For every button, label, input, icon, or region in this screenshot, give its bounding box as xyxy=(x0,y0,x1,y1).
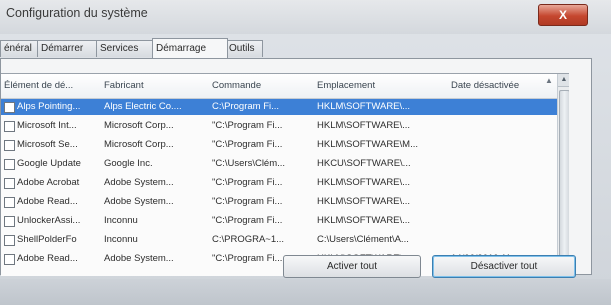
cell-command: "C:\Program Fi... xyxy=(212,177,283,188)
table-row[interactable]: Alps Pointing... Alps Electric Co.... C:\P… xyxy=(1,99,557,115)
tab-startup-mode[interactable]: Démarrer xyxy=(37,40,99,57)
cell-item: ShellPolderFo xyxy=(17,234,77,245)
vertical-scrollbar[interactable]: ▲ xyxy=(557,74,569,276)
cell-command: "C:\Program Fi... xyxy=(212,196,283,207)
checkbox[interactable] xyxy=(4,159,15,170)
system-configuration-window: Configuration du système X énéral Démarr… xyxy=(0,0,611,305)
table-row[interactable]: Microsoft Int... Microsoft Corp... "C:\Pro… xyxy=(1,118,557,134)
startup-items-list[interactable]: Élément de dé... Fabricant Commande Empl… xyxy=(1,73,569,276)
close-icon: X xyxy=(558,8,567,22)
chevron-up-icon: ▲ xyxy=(545,76,553,85)
cell-maker: Google Inc. xyxy=(104,158,153,169)
table-row[interactable]: Microsoft Se... Microsoft Corp... "C:\Prog… xyxy=(1,137,557,153)
cell-item: Alps Pointing... xyxy=(17,101,81,112)
table-row[interactable]: UnlockerAssi... Inconnu "C:\Program Fi... H… xyxy=(1,213,557,229)
scroll-thumb[interactable] xyxy=(559,90,569,266)
cell-location: HKCU\SOFTWARE\... xyxy=(317,158,411,169)
checkbox[interactable] xyxy=(4,178,15,189)
table-row[interactable]: Adobe Read... Adobe System... "C:\Program … xyxy=(1,194,557,210)
cell-location: HKLM\SOFTWARE\... xyxy=(317,101,411,112)
tab-startup[interactable]: Démarrage xyxy=(152,38,228,58)
close-button[interactable]: X xyxy=(538,4,588,26)
cell-item: Microsoft Se... xyxy=(17,139,78,150)
disable-all-button[interactable]: Désactiver tout xyxy=(432,255,576,278)
column-header-row: Élément de dé... Fabricant Commande Empl… xyxy=(1,74,557,99)
checkbox[interactable] xyxy=(4,121,15,132)
cell-maker: Adobe System... xyxy=(104,177,174,188)
cell-maker: Alps Electric Co.... xyxy=(104,101,182,112)
column-header-command[interactable]: Commande xyxy=(212,80,261,91)
cell-item: Microsoft Int... xyxy=(17,120,77,131)
checkbox[interactable] xyxy=(4,254,15,265)
checkbox[interactable] xyxy=(4,235,15,246)
checkbox[interactable] xyxy=(4,102,15,113)
table-row[interactable]: ShellPolderFo Inconnu C:\PROGRA~1... C:\Use… xyxy=(1,232,557,248)
scroll-up-icon[interactable]: ▲ xyxy=(558,74,569,87)
column-header-date-disabled[interactable]: Date désactivée xyxy=(451,80,519,91)
checkbox[interactable] xyxy=(4,140,15,151)
cell-item: Google Update xyxy=(17,158,81,169)
cell-maker: Microsoft Corp... xyxy=(104,139,174,150)
cell-item: Adobe Read... xyxy=(17,253,78,264)
cell-maker: Adobe System... xyxy=(104,253,174,264)
tab-services[interactable]: Services xyxy=(96,40,156,57)
cell-location: HKLM\SOFTWARE\... xyxy=(317,215,411,226)
cell-command: "C:\Users\Clém... xyxy=(212,158,286,169)
cell-maker: Inconnu xyxy=(104,215,138,226)
column-header-item[interactable]: Élément de dé... xyxy=(4,80,73,91)
cell-command: "C:\Program Fi... xyxy=(212,139,283,150)
cell-maker: Adobe System... xyxy=(104,196,174,207)
checkbox[interactable] xyxy=(4,197,15,208)
window-title: Configuration du système xyxy=(6,6,148,20)
tab-strip: énéral Démarrer Services Démarrage Outil… xyxy=(0,38,611,58)
cell-maker: Inconnu xyxy=(104,234,138,245)
cell-item: Adobe Acrobat xyxy=(17,177,80,188)
cell-location: HKLM\SOFTWARE\... xyxy=(317,177,411,188)
tab-tools[interactable]: Outils xyxy=(225,40,263,57)
table-row[interactable]: Adobe Acrobat Adobe System... "C:\Program … xyxy=(1,175,557,191)
startup-panel: Élément de dé... Fabricant Commande Empl… xyxy=(0,58,592,276)
cell-command: "C:\Program Fi... xyxy=(212,215,283,226)
tab-general[interactable]: énéral xyxy=(0,40,40,57)
window-bottom-edge xyxy=(0,279,611,305)
title-bar: Configuration du système X xyxy=(0,0,611,34)
cell-location: C:\Users\Clément\A... xyxy=(317,234,409,245)
cell-location: HKLM\SOFTWARE\... xyxy=(317,120,411,131)
table-row[interactable]: Google Update Google Inc. "C:\Users\Clém..… xyxy=(1,156,557,172)
enable-all-button[interactable]: Activer tout xyxy=(283,255,421,278)
cell-location: HKLM\SOFTWARE\... xyxy=(317,196,411,207)
cell-command: "C:\Program Fi... xyxy=(212,120,283,131)
cell-command: C:\PROGRA~1... xyxy=(212,234,285,245)
cell-item: Adobe Read... xyxy=(17,196,78,207)
cell-item: UnlockerAssi... xyxy=(17,215,81,226)
cell-maker: Microsoft Corp... xyxy=(104,120,174,131)
column-header-maker[interactable]: Fabricant xyxy=(104,80,144,91)
cell-command: C:\Program Fi... xyxy=(212,101,280,112)
column-header-location[interactable]: Emplacement xyxy=(317,80,375,91)
cell-location: HKLM\SOFTWARE\M... xyxy=(317,139,418,150)
checkbox[interactable] xyxy=(4,216,15,227)
